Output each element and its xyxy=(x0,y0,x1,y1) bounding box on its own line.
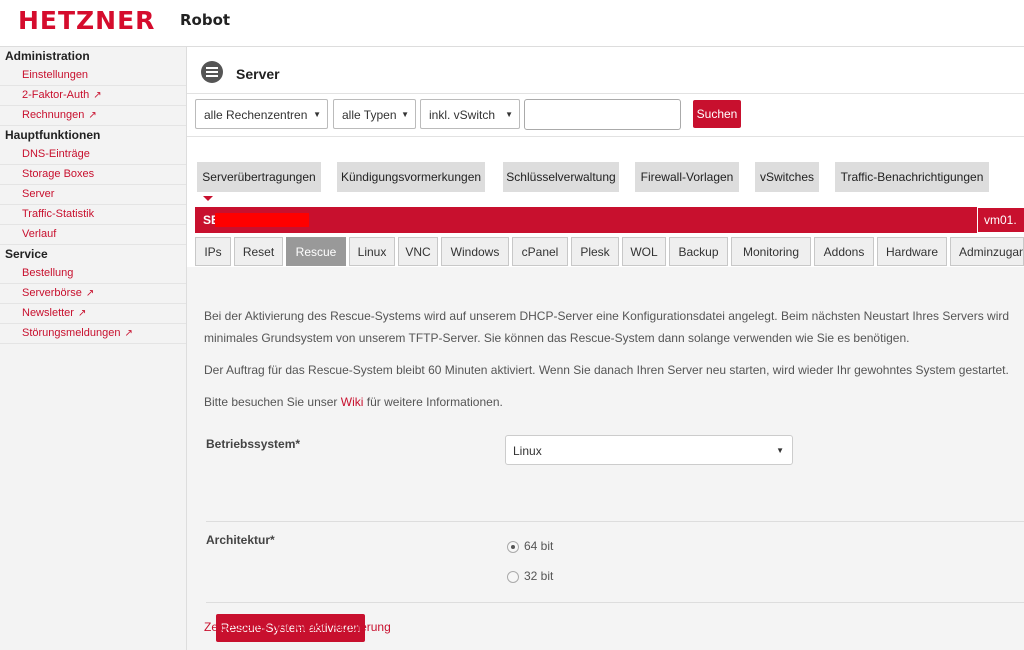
tab-backup[interactable]: Backup xyxy=(669,237,728,266)
sidebar-item-label: Newsletter xyxy=(22,307,74,319)
external-link-icon: ↗ xyxy=(88,110,97,121)
tab-rescue[interactable]: Rescue xyxy=(286,237,346,266)
sidebar: Administration Einstellungen 2-Faktor-Au… xyxy=(0,47,187,650)
external-link-icon: ↗ xyxy=(85,288,95,299)
rescue-info-line1: Bei der Aktivierung des Rescue-Systems w… xyxy=(204,309,1010,323)
sidebar-item-label: DNS-Einträge xyxy=(22,148,90,160)
tool-vswitches[interactable]: vSwitches xyxy=(755,162,819,192)
search-input[interactable] xyxy=(524,99,681,130)
chevron-down-icon: ▼ xyxy=(505,110,513,119)
sidebar-item-label: Bestellung xyxy=(22,267,74,279)
sidebar-item-traffic-statistik[interactable]: Traffic-Statistik xyxy=(0,205,186,225)
tab-windows[interactable]: Windows xyxy=(441,237,509,266)
tab-monitoring[interactable]: Monitoring xyxy=(731,237,811,266)
os-select-value: Linux xyxy=(513,444,542,458)
rescue-info-line2: minimales Grundsystem von unserem TFTP-S… xyxy=(204,331,910,345)
sidebar-item-label: Verlauf xyxy=(22,228,57,240)
tab-addons[interactable]: Addons xyxy=(814,237,874,266)
top-header: HETZNER Robot xyxy=(0,0,1024,47)
sidebar-item-label: 2-Faktor-Auth xyxy=(22,89,90,101)
chevron-down-icon: ▼ xyxy=(401,110,409,119)
tab-wol[interactable]: WOL xyxy=(622,237,666,266)
wiki-hint-suffix: für weitere Informationen. xyxy=(363,395,503,409)
sidebar-item-dns[interactable]: DNS-Einträge xyxy=(0,145,186,165)
arch-option-32[interactable]: 32 bit xyxy=(507,569,553,583)
sidebar-item-stoerungsmeldungen[interactable]: Störungsmeldungen ↗ xyxy=(0,324,186,344)
main-content: Server alle Rechenzentren ▼ alle Typen ▼ i… xyxy=(187,47,1024,650)
sidebar-item-serverboerse[interactable]: Serverbörse ↗ xyxy=(0,284,186,304)
tab-ips[interactable]: IPs xyxy=(195,237,231,266)
sidebar-item-verlauf[interactable]: Verlauf xyxy=(0,225,186,245)
server-list-icon xyxy=(201,61,223,83)
filter-bar: alle Rechenzentren ▼ alle Typen ▼ inkl. vS… xyxy=(187,94,1024,137)
redaction-block xyxy=(215,213,309,227)
radio-unselected-icon[interactable] xyxy=(507,570,519,583)
datacenter-select-value: alle Rechenzentren xyxy=(204,108,308,122)
hetzner-logo[interactable]: HETZNER xyxy=(18,6,155,35)
sidebar-item-label: Serverbörse xyxy=(22,287,82,299)
dropdown-indicator-icon xyxy=(203,196,213,201)
tab-hardware[interactable]: Hardware xyxy=(877,237,947,266)
sidebar-item-label: Störungsmeldungen xyxy=(22,327,121,339)
type-select[interactable]: alle Typen ▼ xyxy=(333,99,416,129)
arch-label: Architektur* xyxy=(206,533,275,547)
server-header-bar[interactable]: SB vm01. xyxy=(195,207,1024,233)
server-vm-name[interactable]: vm01. xyxy=(977,207,1024,233)
server-tabs: IPs Reset Rescue Linux VNC Windows cPane… xyxy=(195,237,1024,268)
sidebar-item-label: Einstellungen xyxy=(22,69,89,81)
tool-firewall-vorlagen[interactable]: Firewall-Vorlagen xyxy=(635,162,739,192)
arch-option-64-label: 64 bit xyxy=(524,539,554,553)
radio-selected-icon[interactable] xyxy=(507,540,519,553)
sidebar-item-newsletter[interactable]: Newsletter ↗ xyxy=(0,304,186,324)
tool-schluesselverwaltung[interactable]: Schlüsselverwaltung xyxy=(503,162,619,192)
sidebar-item-label: Traffic-Statistik xyxy=(22,208,95,220)
tab-reset[interactable]: Reset xyxy=(234,237,283,266)
sidebar-group-service: Service xyxy=(5,247,48,261)
sidebar-item-server[interactable]: Server xyxy=(0,185,186,205)
external-link-icon: ↗ xyxy=(93,90,102,101)
vswitch-select[interactable]: inkl. vSwitch ▼ xyxy=(420,99,520,129)
tab-linux[interactable]: Linux xyxy=(349,237,395,266)
arch-option-64[interactable]: 64 bit xyxy=(507,539,553,553)
external-link-icon: ↗ xyxy=(77,308,87,319)
tool-kuendigungsvormerkungen[interactable]: Kündigungsvormerkungen xyxy=(337,162,485,192)
sidebar-item-storage-boxes[interactable]: Storage Boxes xyxy=(0,165,186,185)
sidebar-group-hauptfunktionen: Hauptfunktionen xyxy=(5,128,101,142)
sidebar-item-rechnungen[interactable]: Rechnungen ↗ xyxy=(0,106,186,126)
tool-serveruebertragungen[interactable]: Serverübertragungen xyxy=(197,162,321,192)
search-button[interactable]: Suchen xyxy=(693,100,741,128)
wiki-hint-prefix: Bitte besuchen Sie unser xyxy=(204,395,341,409)
arch-option-32-label: 32 bit xyxy=(524,569,554,583)
page-title: Server xyxy=(236,66,280,82)
os-label: Betriebssystem* xyxy=(206,437,301,451)
type-select-value: alle Typen xyxy=(342,108,397,122)
external-link-icon: ↗ xyxy=(124,328,133,339)
form-divider xyxy=(206,602,1024,603)
sidebar-item-bestellung[interactable]: Bestellung xyxy=(0,264,186,284)
vswitch-select-value: inkl. vSwitch xyxy=(429,108,496,122)
product-name: Robot xyxy=(180,11,231,29)
rescue-duration-info: Der Auftrag für das Rescue-System bleibt… xyxy=(204,363,1009,377)
page-header: Server xyxy=(187,47,1024,94)
tab-cpanel[interactable]: cPanel xyxy=(512,237,568,266)
last-activation-link[interactable]: Zeige Daten der letzten Aktivierung xyxy=(204,620,391,634)
sidebar-item-label: Server xyxy=(22,188,55,200)
tab-vnc[interactable]: VNC xyxy=(398,237,438,266)
tab-plesk[interactable]: Plesk xyxy=(571,237,619,266)
sidebar-item-2fa[interactable]: 2-Faktor-Auth ↗ xyxy=(0,86,186,106)
chevron-down-icon: ▼ xyxy=(776,446,784,455)
chevron-down-icon: ▼ xyxy=(313,110,321,119)
wiki-link[interactable]: Wiki xyxy=(341,395,364,409)
sidebar-item-label: Storage Boxes xyxy=(22,168,95,180)
tool-traffic-benachrichtigungen[interactable]: Traffic-Benachrichtigungen xyxy=(835,162,989,192)
form-divider xyxy=(206,521,1024,522)
datacenter-select[interactable]: alle Rechenzentren ▼ xyxy=(195,99,328,129)
sidebar-item-einstellungen[interactable]: Einstellungen xyxy=(0,66,186,86)
tab-adminzugang[interactable]: Adminzugang xyxy=(950,237,1024,266)
sidebar-group-administration: Administration xyxy=(5,49,90,63)
sidebar-item-label: Rechnungen xyxy=(22,109,85,121)
wiki-hint: Bitte besuchen Sie unser Wiki für weiter… xyxy=(204,392,503,412)
rescue-panel: Bei der Aktivierung des Rescue-Systems w… xyxy=(187,267,1024,650)
os-select[interactable]: Linux ▼ xyxy=(505,435,793,465)
